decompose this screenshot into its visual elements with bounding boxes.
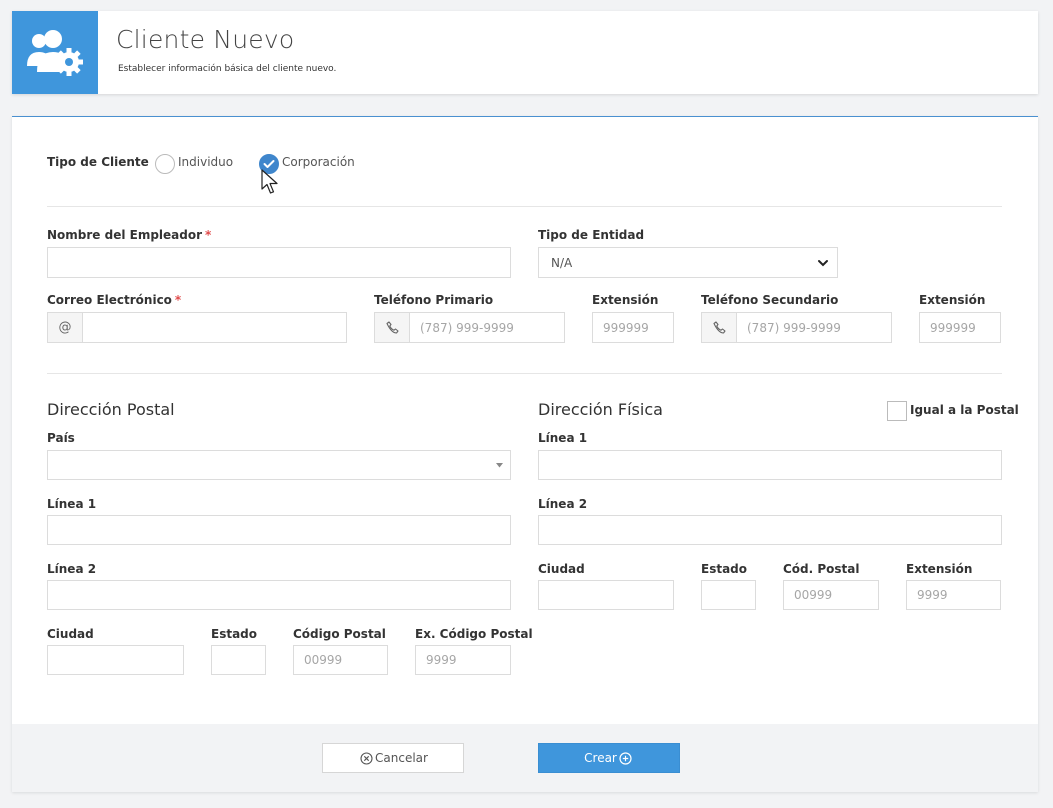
postal-state-label: Estado	[211, 627, 258, 641]
required-marker: *	[205, 228, 212, 242]
postal-address-title: Dirección Postal	[47, 400, 175, 419]
chevron-down-icon	[818, 260, 828, 267]
physical-city-label: Ciudad	[538, 562, 585, 576]
primary-ext-input[interactable]	[592, 312, 674, 343]
postal-line2-input[interactable]	[47, 580, 511, 610]
same-as-postal-label[interactable]: Igual a la Postal	[910, 403, 1019, 417]
cancel-button-label: Cancelar	[375, 751, 428, 765]
physical-line1-input[interactable]	[538, 450, 1002, 480]
users-gear-icon	[27, 29, 83, 76]
radio-individuo-label[interactable]: Individuo	[178, 155, 233, 169]
country-select[interactable]	[47, 450, 511, 480]
physical-line2-input[interactable]	[538, 515, 1002, 545]
header-icon-box	[12, 11, 98, 94]
check-icon	[263, 160, 275, 168]
country-label: País	[47, 431, 75, 445]
divider-middle	[47, 373, 1002, 374]
physical-line2-label: Línea 2	[538, 497, 588, 511]
employer-label: Nombre del Empleador *	[47, 228, 212, 242]
physical-address-title: Dirección Física	[538, 400, 663, 419]
secondary-phone-label: Teléfono Secundario	[701, 293, 839, 307]
primary-phone-input[interactable]	[409, 312, 565, 343]
postal-zip-ext-input[interactable]	[415, 645, 511, 675]
physical-line1-label: Línea 1	[538, 431, 588, 445]
physical-zip-label: Cód. Postal	[783, 562, 860, 576]
postal-zip-label: Código Postal	[293, 627, 386, 641]
radio-individuo[interactable]	[155, 154, 175, 174]
postal-city-input[interactable]	[47, 645, 184, 675]
secondary-phone-input[interactable]	[736, 312, 892, 343]
postal-zip-input[interactable]	[293, 645, 388, 675]
primary-ext-label: Extensión	[592, 293, 659, 307]
postal-state-input[interactable]	[211, 645, 266, 675]
page-title: Cliente Nuevo	[116, 25, 295, 54]
postal-line1-input[interactable]	[47, 515, 511, 545]
physical-city-input[interactable]	[538, 580, 674, 610]
create-button[interactable]: Crear	[538, 743, 680, 773]
create-button-label: Crear	[584, 751, 617, 765]
client-form: Tipo de Cliente Individuo Corporación No…	[12, 116, 1038, 792]
entity-type-select[interactable]: N/A	[538, 247, 838, 278]
secondary-phone-addon	[701, 312, 737, 343]
postal-zip-ext-label: Ex. Código Postal	[415, 627, 533, 641]
cancel-button[interactable]: Cancelar	[322, 743, 464, 773]
caret-down-icon	[496, 463, 503, 468]
required-marker: *	[174, 293, 182, 307]
entity-type-value: N/A	[551, 255, 573, 270]
at-icon: @	[58, 320, 72, 335]
employer-input[interactable]	[47, 247, 511, 278]
email-input[interactable]	[82, 312, 347, 343]
page-subtitle: Establecer información básica del client…	[118, 64, 337, 74]
radio-corporacion-label[interactable]: Corporación	[282, 155, 355, 169]
mouse-cursor-icon	[261, 169, 278, 194]
phone-icon	[385, 321, 399, 334]
primary-phone-label: Teléfono Primario	[374, 293, 494, 307]
physical-zip-input[interactable]	[783, 580, 879, 610]
entity-type-label: Tipo de Entidad	[538, 228, 645, 242]
email-addon: @	[47, 312, 83, 343]
same-as-postal-checkbox[interactable]	[887, 401, 907, 421]
secondary-ext-input[interactable]	[919, 312, 1001, 343]
postal-line2-label: Línea 2	[47, 562, 97, 576]
secondary-ext-label: Extensión	[919, 293, 986, 307]
postal-city-label: Ciudad	[47, 627, 94, 641]
client-type-label: Tipo de Cliente	[47, 155, 149, 169]
plus-circle-icon	[619, 751, 632, 765]
divider-top	[47, 206, 1002, 207]
physical-state-label: Estado	[701, 562, 748, 576]
physical-zip-ext-input[interactable]	[906, 580, 1001, 610]
physical-zip-ext-label: Extensión	[906, 562, 973, 576]
close-circle-icon	[360, 751, 373, 765]
page-header: Cliente Nuevo Establecer información bás…	[12, 11, 1038, 94]
primary-phone-addon	[374, 312, 410, 343]
form-footer: Cancelar Crear	[12, 724, 1038, 792]
postal-line1-label: Línea 1	[47, 497, 97, 511]
email-label: Correo Electrónico *	[47, 293, 182, 307]
physical-state-input[interactable]	[701, 580, 756, 610]
phone-icon	[712, 321, 726, 334]
